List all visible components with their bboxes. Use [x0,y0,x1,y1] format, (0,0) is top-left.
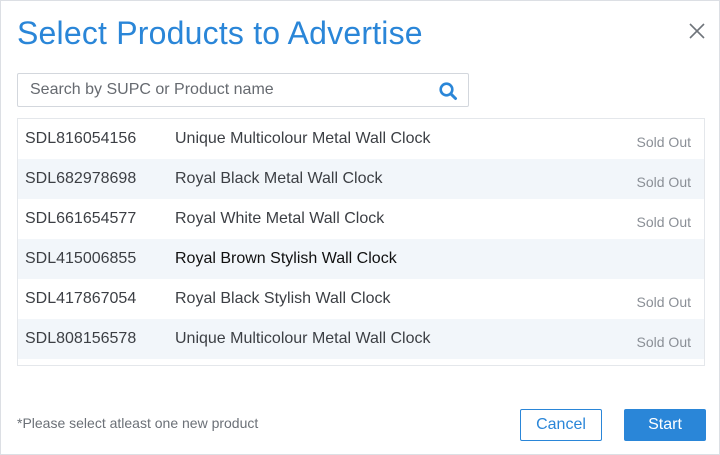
search-icon[interactable] [438,81,458,101]
product-list: SDL816054156 Unique Multicolour Metal Wa… [17,118,705,366]
product-name: Royal Black Metal Wall Clock [175,170,383,187]
product-row[interactable]: SDL661654577 Royal White Metal Wall Cloc… [18,199,704,239]
sold-out-badge: Sold Out [636,334,691,350]
product-name: Unique Multicolour Metal Wall Clock [175,130,431,147]
product-row[interactable]: SDL417867054 Royal Black Stylish Wall Cl… [18,279,704,319]
product-sku: SDL808156578 [25,330,137,347]
sold-out-badge: Sold Out [636,134,691,150]
product-row[interactable]: SDL808156578 Unique Multicolour Metal Wa… [18,319,704,359]
product-sku: SDL816054156 [25,130,137,147]
cancel-button[interactable]: Cancel [520,409,602,441]
sold-out-badge: Sold Out [636,214,691,230]
search-input[interactable] [18,74,430,106]
product-name: Royal White Metal Wall Clock [175,210,385,227]
dialog-title: Select Products to Advertise [17,15,423,51]
product-row[interactable]: SDL415006855 Royal Brown Stylish Wall Cl… [18,239,704,279]
product-name: Royal Brown Stylish Wall Clock [175,250,397,267]
search-box [17,73,469,107]
product-name: Royal Black Stylish Wall Clock [175,290,391,307]
sold-out-badge: Sold Out [636,294,691,310]
start-button[interactable]: Start [624,409,706,441]
validation-note: *Please select atleast one new product [17,415,259,431]
product-name: Unique Multicolour Metal Wall Clock [175,330,431,347]
product-row[interactable]: SDL682978698 Royal Black Metal Wall Cloc… [18,159,704,199]
product-sku: SDL415006855 [25,250,137,267]
product-row[interactable]: SDL816054156 Unique Multicolour Metal Wa… [18,119,704,159]
product-sku: SDL417867054 [25,290,137,307]
product-sku: SDL661654577 [25,210,137,227]
select-products-dialog: Select Products to Advertise SDL81605415… [0,0,720,455]
close-icon[interactable] [687,21,707,41]
sold-out-badge: Sold Out [636,174,691,190]
product-sku: SDL682978698 [25,170,137,187]
